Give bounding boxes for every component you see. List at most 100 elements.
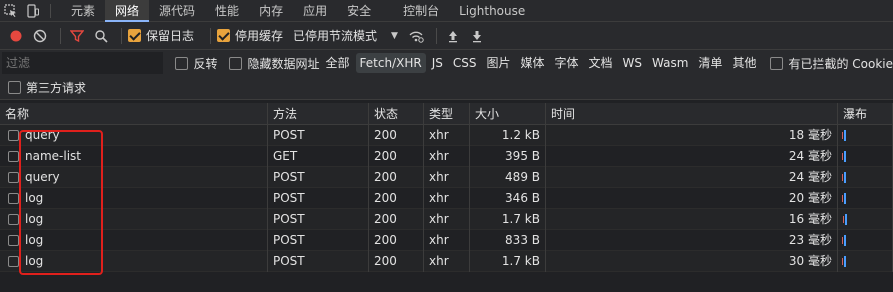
cell-type: xhr [424,251,470,272]
cell-status: 200 [369,167,424,188]
table-row[interactable]: log POST 200 xhr 1.7 kB 16 毫秒 [0,209,893,230]
preserve-log-label: 保留日志 [146,29,195,43]
inspect-element-icon[interactable] [0,0,22,22]
waterfall-marker [842,153,843,160]
type-filter-font[interactable]: 字体 [551,53,583,73]
column-header-waterfall[interactable]: 瀑布 [838,103,893,125]
chevron-down-icon: ▼ [391,30,398,41]
cell-method: GET [268,146,369,167]
table-row[interactable]: query POST 200 xhr 1.2 kB 18 毫秒 [0,125,893,146]
disable-cache-checkbox[interactable] [217,29,231,42]
export-har-icon[interactable] [467,26,487,46]
preserve-log-toggle[interactable]: 保留日志 [128,27,194,44]
cell-name: query [0,125,268,146]
row-checkbox[interactable] [8,256,19,267]
hide-data-urls-toggle[interactable]: 隐藏数据网址 [229,55,320,72]
tab-elements[interactable]: 元素 [61,0,105,22]
search-icon[interactable] [91,26,111,46]
table-body: query POST 200 xhr 1.2 kB 18 毫秒 name-list GET 20… [0,125,893,272]
network-conditions-icon[interactable] [406,26,426,46]
table-row[interactable]: query POST 200 xhr 489 B 24 毫秒 [0,167,893,188]
filter-bar: 反转 隐藏数据网址 全部 Fetch/XHR JS CSS 图片 媒体 字体 文… [0,50,893,76]
column-header-size[interactable]: 大小 [470,103,546,125]
type-filter-js[interactable]: JS [428,53,447,73]
type-filter-wasm[interactable]: Wasm [648,53,692,73]
row-checkbox[interactable] [8,214,19,225]
column-header-time[interactable]: 时间 [546,103,838,125]
row-checkbox[interactable] [8,193,19,204]
invert-toggle[interactable]: 反转 [175,55,217,72]
request-name: log [25,233,44,247]
network-toolbar: 保留日志 停用缓存 已停用节流模式 ▼ [0,22,893,50]
waterfall-marker [842,237,843,244]
cell-type: xhr [424,125,470,146]
thirdparty-checkbox[interactable] [8,81,21,94]
row-checkbox[interactable] [8,130,19,141]
column-header-method[interactable]: 方法 [268,103,369,125]
cell-size: 395 B [470,146,546,167]
cell-time: 16 毫秒 [546,209,838,230]
cell-waterfall [838,167,893,188]
row-checkbox[interactable] [8,151,19,162]
type-filter-ws[interactable]: WS [619,53,646,73]
toolbar-divider [60,27,61,44]
column-header-status[interactable]: 状态 [369,103,424,125]
cell-type: xhr [424,146,470,167]
blocked-cookies-checkbox[interactable] [770,56,784,70]
table-row[interactable]: log POST 200 xhr 346 B 20 毫秒 [0,188,893,209]
import-har-icon[interactable] [443,26,463,46]
cell-time: 23 毫秒 [546,230,838,251]
filter-icon[interactable] [67,26,87,46]
type-filter-media[interactable]: 媒体 [516,53,548,73]
cell-method: POST [268,167,369,188]
type-filter-other[interactable]: 其他 [728,53,760,73]
cell-waterfall [838,230,893,251]
waterfall-marker [842,174,843,181]
filter-input[interactable] [2,52,164,74]
disable-cache-label: 停用缓存 [235,29,284,43]
column-header-type[interactable]: 类型 [424,103,470,125]
devtools-tabbar: 元素 网络 源代码 性能 内存 应用 安全 控制台 Lighthouse [0,0,893,22]
disable-cache-toggle[interactable]: 停用缓存 [217,27,283,44]
type-filter-doc[interactable]: 文档 [585,53,617,73]
throttle-select[interactable]: 已停用节流模式 ▼ [293,27,398,44]
tab-application[interactable]: 应用 [293,0,337,22]
preserve-log-checkbox[interactable] [128,29,141,42]
column-header-name[interactable]: 名称 [0,103,268,125]
cell-time: 30 毫秒 [546,251,838,272]
tab-security[interactable]: 安全 [337,0,381,22]
tab-memory[interactable]: 内存 [249,0,293,22]
cell-name: query [0,167,268,188]
table-row[interactable]: log POST 200 xhr 833 B 23 毫秒 [0,230,893,251]
cell-name: name-list [0,146,268,167]
record-icon[interactable] [6,26,26,46]
invert-checkbox[interactable] [175,56,189,70]
cell-name: log [0,188,268,209]
type-filter-css[interactable]: CSS [449,53,481,73]
table-row[interactable]: name-list GET 200 xhr 395 B 24 毫秒 [0,146,893,167]
cell-waterfall [838,125,893,146]
tab-performance[interactable]: 性能 [205,0,249,22]
type-filter-all[interactable]: 全部 [322,53,354,73]
row-checkbox[interactable] [8,172,19,183]
cell-method: POST [268,251,369,272]
cell-status: 200 [369,251,424,272]
tab-lighthouse[interactable]: Lighthouse [449,0,535,22]
cell-name: log [0,251,268,272]
table-empty-area [0,275,893,292]
type-filter-manifest[interactable]: 清单 [694,53,726,73]
clear-icon[interactable] [30,26,50,46]
request-name: query [25,170,60,184]
tab-console[interactable]: 控制台 [393,0,449,22]
tab-network[interactable]: 网络 [105,0,150,22]
hide-data-urls-checkbox[interactable] [229,56,243,70]
table-row[interactable]: log POST 200 xhr 1.7 kB 30 毫秒 [0,251,893,272]
device-toolbar-icon[interactable] [22,0,44,22]
row-checkbox[interactable] [8,235,19,246]
waterfall-bar [844,151,846,162]
blocked-cookies-toggle[interactable]: 有已拦截的 Cookie [770,55,893,72]
type-filter-fetch-xhr[interactable]: Fetch/XHR [355,53,426,73]
cell-time: 24 毫秒 [546,167,838,188]
type-filter-img[interactable]: 图片 [482,53,514,73]
tab-sources[interactable]: 源代码 [149,0,205,22]
